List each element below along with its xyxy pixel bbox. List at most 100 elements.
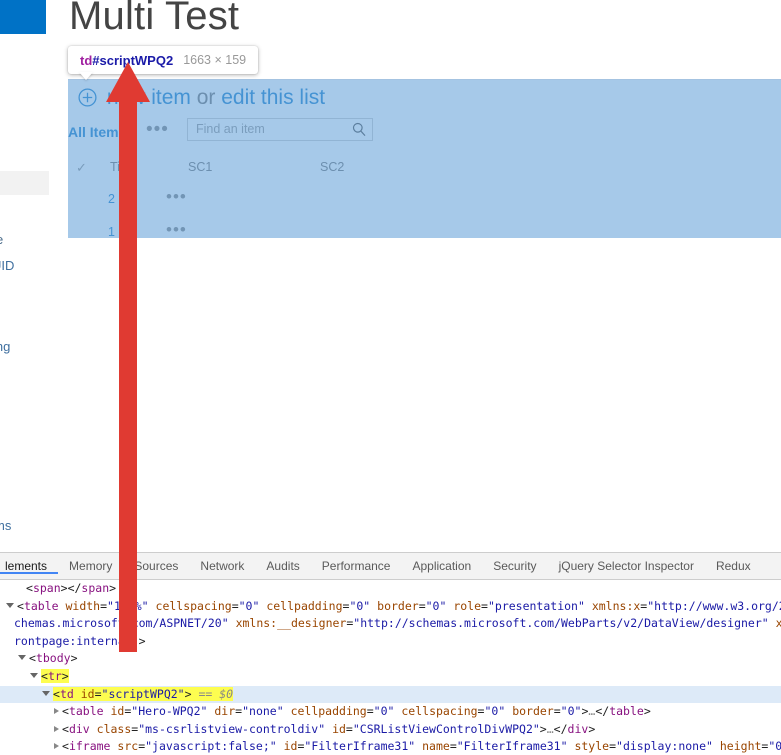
- devtools-tab-security[interactable]: Security: [482, 553, 547, 574]
- chevron-down-icon[interactable]: [30, 672, 38, 678]
- plus-circle-icon[interactable]: [78, 88, 97, 113]
- devtools-elements-dom-tree[interactable]: <span></span> <table width="100%" cellspa…: [0, 580, 781, 755]
- dom-tree-line[interactable]: <iframe src="javascript:false;" id="Filt…: [0, 738, 781, 755]
- devtools-tab-audits[interactable]: Audits: [255, 553, 310, 574]
- dom-token-tg: table: [609, 704, 644, 719]
- dom-token-av: "0": [349, 598, 371, 613]
- search-icon[interactable]: [352, 122, 366, 137]
- devtools-tab-label: Security: [493, 559, 537, 573]
- dom-token-av: "FilterIframe31": [304, 739, 416, 754]
- dom-token-pn: <: [29, 651, 36, 666]
- chevron-right-icon[interactable]: [54, 743, 59, 750]
- column-header-sc1[interactable]: SC1: [188, 160, 212, 174]
- new-item-link[interactable]: new item: [107, 86, 191, 109]
- row-sc1-cell: [187, 188, 317, 214]
- dom-token-at: style: [567, 739, 610, 754]
- devtools-tab-network[interactable]: Network: [189, 553, 255, 574]
- chevron-down-icon[interactable]: [18, 655, 26, 661]
- devtools-tab-label: Sources: [134, 559, 179, 573]
- devtools-tab-memory[interactable]: Memory: [58, 553, 123, 574]
- devtools-tab-label: jQuery Selector Inspector: [558, 559, 694, 573]
- column-header-title[interactable]: Title: [110, 160, 133, 174]
- dom-token-av: "scriptWPQ2": [101, 686, 185, 701]
- search-box[interactable]: Find an item: [187, 118, 373, 141]
- left-edge-chrome-stub: [0, 171, 49, 195]
- devtools-tab-label: Audits: [266, 559, 300, 573]
- dom-tree-line[interactable]: <tr>: [0, 668, 781, 686]
- dom-token-at: height: [712, 739, 762, 754]
- dom-token-av: "javascript:false;": [145, 739, 277, 754]
- dom-token-at: id: [103, 704, 125, 719]
- edit-this-list-link[interactable]: edit this list: [221, 86, 325, 109]
- dom-token-pn: =: [231, 598, 239, 613]
- view-selector-all-items[interactable]: All Items: [68, 124, 126, 140]
- left-edge-text-fragment-ms: ms: [0, 518, 12, 533]
- row-title-link[interactable]: 1: [108, 225, 115, 239]
- dom-token-av: "FilterIframe31": [456, 739, 568, 754]
- devtools-tab-sources[interactable]: Sources: [123, 553, 189, 574]
- row-title-link[interactable]: 2: [108, 192, 115, 206]
- left-edge-text-fragment-e: e: [0, 232, 3, 247]
- dom-token-at: cellpadding: [283, 704, 367, 719]
- dom-token-av: "none": [242, 704, 284, 719]
- dom-tree-markup: <td id="scriptWPQ2"> == $0: [53, 686, 234, 701]
- dom-tree-line[interactable]: <td id="scriptWPQ2"> == $0: [0, 685, 781, 704]
- dom-token-av: "0": [373, 704, 395, 719]
- dom-token-at: width: [58, 598, 101, 613]
- devtools-tab-lements[interactable]: lements: [0, 553, 59, 574]
- dom-token-at: cellpadding: [259, 598, 343, 613]
- table-row[interactable]: 1 ✷ •••: [68, 219, 781, 239]
- dom-tree-line[interactable]: <table width="100%" cellspacing="0" cell…: [0, 598, 781, 616]
- list-toolbar: All Items ••• Find an item: [68, 118, 781, 152]
- chevron-right-icon[interactable]: [54, 725, 59, 732]
- dom-token-pn: >: [109, 581, 117, 595]
- dom-token-av: "0": [560, 704, 582, 719]
- dom-token-pn: >: [61, 668, 69, 683]
- dom-token-av: "ms-csrlistview-controldiv": [138, 721, 326, 736]
- dom-token-at: cellspacing: [394, 704, 478, 719]
- search-input[interactable]: Find an item: [196, 122, 265, 136]
- chevron-right-icon[interactable]: [54, 708, 59, 715]
- page-title: Multi Test: [69, 0, 240, 38]
- dom-token-at: dir: [207, 704, 236, 719]
- dom-token-at: border: [505, 704, 554, 719]
- devtools-tab-application[interactable]: Application: [401, 553, 482, 574]
- devtools-tab-performance[interactable]: Performance: [311, 553, 402, 574]
- dom-token-tg: div: [68, 721, 90, 736]
- dom-token-ellip: …: [546, 721, 554, 736]
- dom-token-av: "0": [484, 704, 506, 719]
- tooltip-tag-name: td: [80, 52, 93, 68]
- dom-token-tg: tr: [47, 668, 62, 683]
- select-all-checkmark-icon[interactable]: ✓: [76, 160, 87, 176]
- dom-token-pn: <: [62, 721, 69, 736]
- devtools-tab-label: Redux: [715, 559, 751, 573]
- dom-tree-line[interactable]: rontpage:internal">: [0, 633, 781, 651]
- dom-tree-line[interactable]: <span></span>: [0, 580, 781, 598]
- dom-tree-markup: <tr>: [41, 668, 69, 683]
- row-new-badge-icon: ✷: [122, 189, 133, 204]
- row-overflow-ellipsis-icon[interactable]: •••: [166, 187, 187, 207]
- chevron-down-icon[interactable]: [42, 690, 50, 696]
- dom-token-pn: =: [100, 598, 108, 613]
- dom-token-pn: =: [481, 598, 488, 613]
- devtools-tab-jquery-selector-inspector[interactable]: jQuery Selector Inspector: [548, 553, 705, 574]
- dom-token-dollar: == $0: [191, 686, 234, 701]
- dom-tree-line[interactable]: chemas.microsoft.com/ASPNET/20" xmlns:__…: [0, 615, 781, 633]
- chevron-down-icon[interactable]: [6, 602, 14, 608]
- dom-tree-line[interactable]: <tbody>: [0, 650, 781, 668]
- row-overflow-ellipsis-icon[interactable]: •••: [166, 220, 187, 239]
- devtools-tab-redux[interactable]: Redux: [705, 553, 762, 574]
- view-overflow-ellipsis-icon[interactable]: •••: [146, 119, 169, 141]
- new-item-line: new item or edit this list: [78, 86, 325, 113]
- dom-token-pn: <: [26, 581, 33, 595]
- dom-token-pn: <: [53, 686, 60, 701]
- table-row[interactable]: 2 ✷ •••: [68, 186, 781, 219]
- dom-tree-line[interactable]: <div class="ms-csrlistview-controldiv" i…: [0, 721, 781, 739]
- dom-token-tg: td: [59, 686, 74, 701]
- dom-token-av: chemas.microsoft.com/ASPNET/20": [14, 616, 229, 631]
- column-header-sc2[interactable]: SC2: [320, 160, 344, 174]
- dom-tree-line[interactable]: <table id="Hero-WPQ2" dir="none" cellpad…: [0, 703, 781, 721]
- dom-token-pn: =: [449, 739, 457, 754]
- dom-token-tg: div: [567, 721, 589, 736]
- dom-token-at: id: [276, 739, 298, 754]
